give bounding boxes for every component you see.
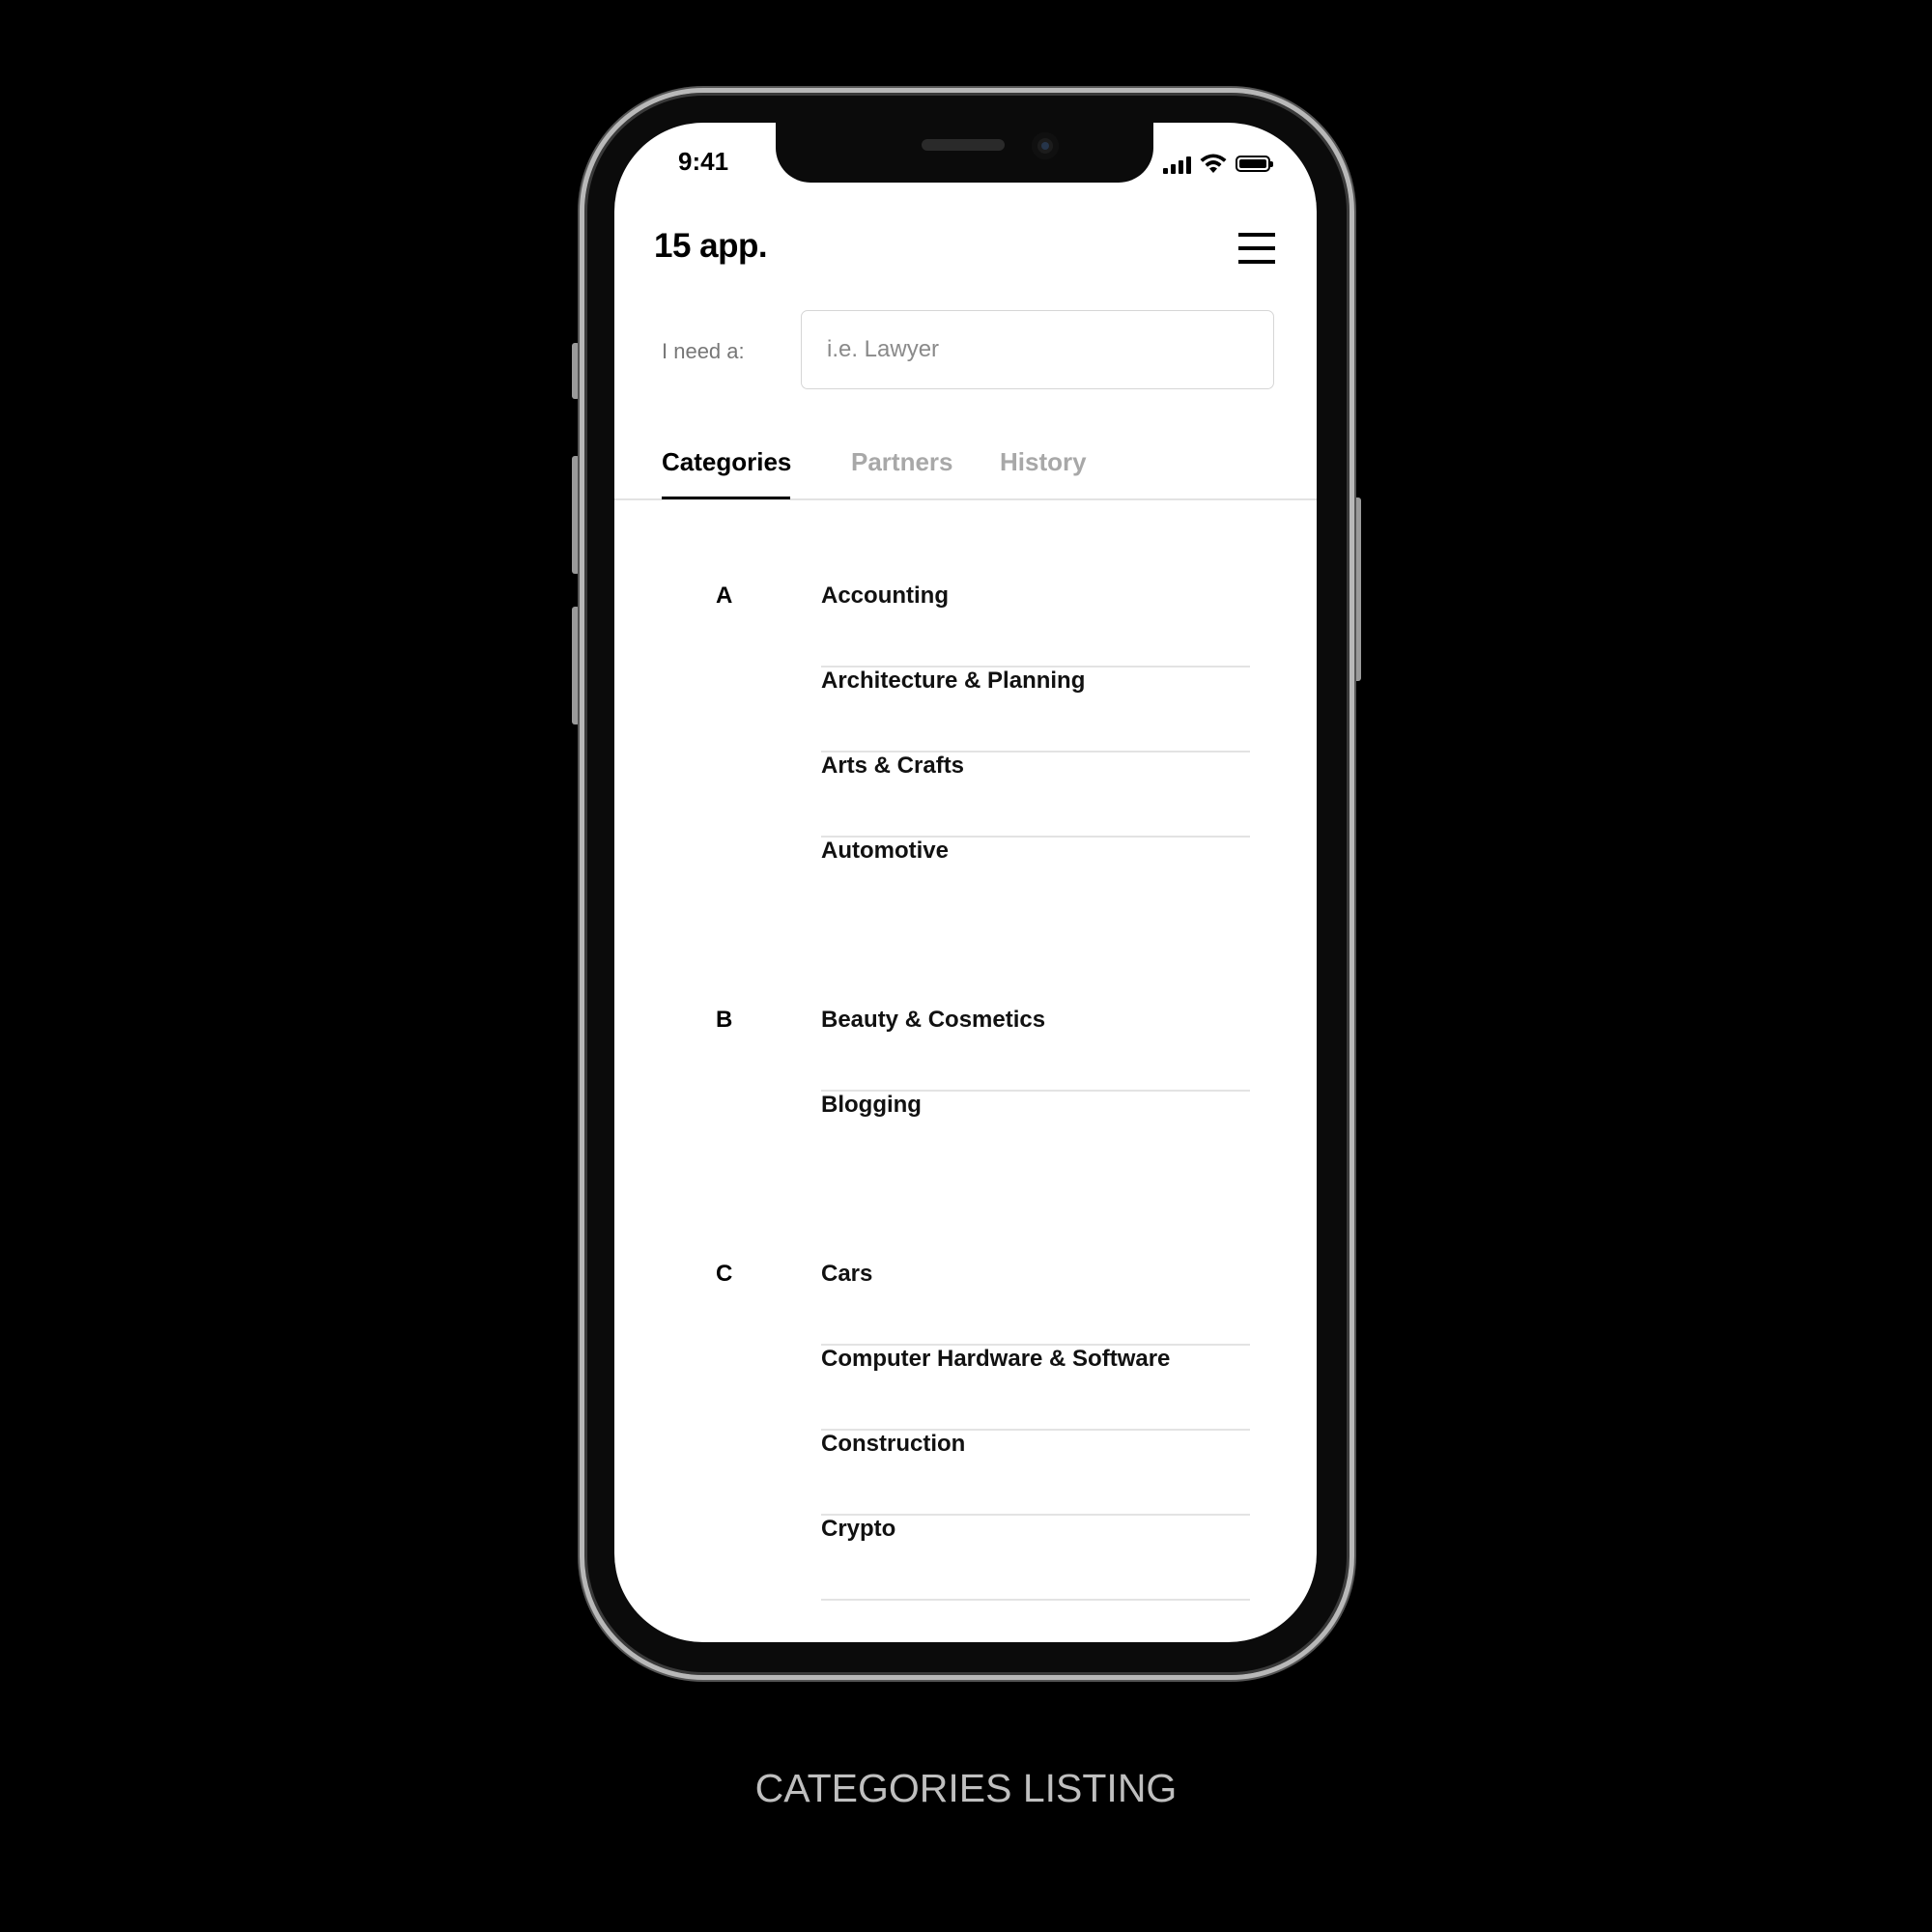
category-item[interactable]: Architecture & Planning <box>821 668 1250 753</box>
search-label: I need a: <box>662 339 745 363</box>
category-label: Automotive <box>821 838 949 864</box>
category-item[interactable]: Automotive <box>821 838 1250 923</box>
category-item[interactable]: Beauty & Cosmetics <box>821 1007 1250 1092</box>
category-item[interactable]: Arts & Crafts <box>821 753 1250 838</box>
category-label: Beauty & Cosmetics <box>821 1007 1046 1033</box>
battery-icon <box>1236 156 1273 172</box>
active-tab-indicator <box>662 497 790 499</box>
front-camera <box>1032 132 1059 159</box>
search-input[interactable] <box>801 310 1274 389</box>
category-label: Architecture & Planning <box>821 668 1086 694</box>
category-label: Blogging <box>821 1092 922 1118</box>
silent-switch <box>572 343 580 399</box>
status-icons <box>1163 149 1273 174</box>
category-item[interactable]: Construction <box>821 1431 1250 1516</box>
status-time: 9:41 <box>678 147 729 176</box>
item-divider <box>821 1599 1250 1601</box>
phone-screen: 9:41 15 app. I need a: Categories Partne… <box>614 123 1317 1642</box>
category-item[interactable]: Crypto <box>821 1516 1250 1601</box>
wifi-icon <box>1200 154 1227 173</box>
category-item[interactable]: Computer Hardware & Software <box>821 1346 1250 1431</box>
category-label: Arts & Crafts <box>821 753 965 779</box>
hamburger-menu-icon[interactable] <box>1238 233 1275 264</box>
group-letter-c: C <box>716 1261 733 1287</box>
tab-history[interactable]: History <box>1000 447 1087 477</box>
tab-partners[interactable]: Partners <box>851 447 953 477</box>
notch <box>776 123 1153 183</box>
cellular-signal-icon <box>1163 155 1191 174</box>
category-item[interactable]: Cars <box>821 1261 1250 1346</box>
category-label: Crypto <box>821 1516 896 1542</box>
app-brand: 15 app. <box>654 227 768 265</box>
category-item[interactable]: Blogging <box>821 1092 1250 1177</box>
category-label: Computer Hardware & Software <box>821 1346 1171 1372</box>
category-item[interactable]: Accounting <box>821 582 1250 668</box>
power-button <box>1353 497 1361 681</box>
volume-up-button <box>572 456 580 574</box>
screen-caption: CATEGORIES LISTING <box>754 1766 1178 1810</box>
category-label: Cars <box>821 1261 873 1287</box>
tab-categories[interactable]: Categories <box>662 447 791 477</box>
category-label: Accounting <box>821 582 949 609</box>
speaker-grille <box>922 139 1005 151</box>
volume-down-button <box>572 607 580 724</box>
category-label: Construction <box>821 1431 966 1457</box>
group-letter-b: B <box>716 1007 733 1033</box>
group-letter-a: A <box>716 582 733 609</box>
